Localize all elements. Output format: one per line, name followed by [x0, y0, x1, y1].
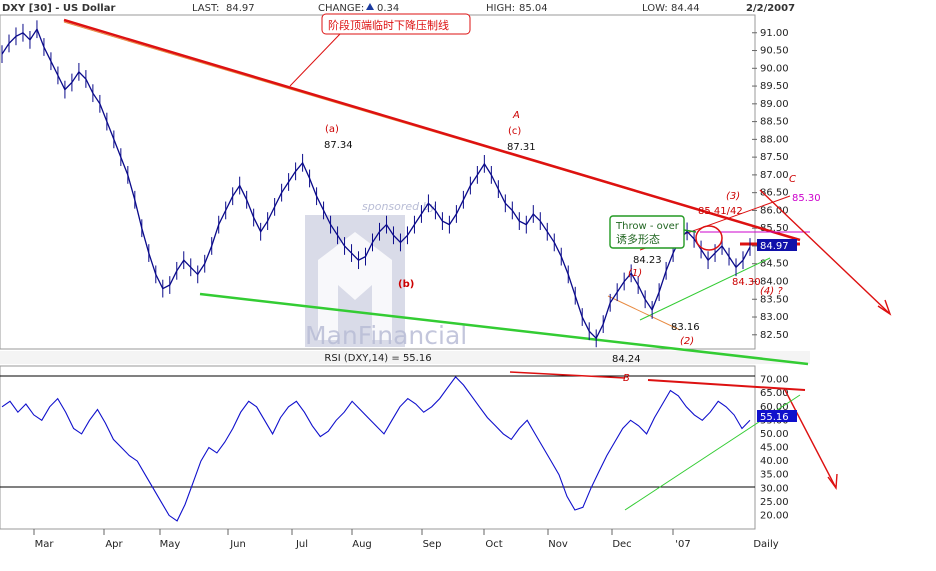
x-tick-label: Nov: [548, 539, 568, 550]
wave-4: (4) ?: [760, 286, 783, 297]
x-tick-label: Aug: [352, 539, 372, 550]
x-tick-label: Mar: [35, 539, 55, 550]
price-y-tick-label: 87.00: [760, 170, 789, 181]
price-y-tick-label: 91.00: [760, 28, 789, 39]
low-value: 84.44: [671, 3, 700, 14]
throw-over-line2: 诱多形态: [616, 232, 660, 246]
throw-over-line1: Throw - over: [615, 221, 680, 232]
rsi-y-tick-label: 35.00: [760, 470, 789, 481]
wave-2: (2): [680, 336, 694, 347]
low-label: LOW:: [642, 3, 668, 14]
price-y-tick-label: 88.50: [760, 117, 789, 128]
x-tick-label: Apr: [105, 539, 123, 550]
chart-date: 2/2/2007: [746, 3, 795, 14]
rsi-red-line-1: [509, 371, 626, 379]
change-label: CHANGE:: [318, 3, 364, 14]
wave-B: B: [623, 373, 630, 384]
price-y-tick-label: 90.50: [760, 46, 789, 57]
last-value: 84.97: [226, 3, 255, 14]
price-y-tick-label: 87.50: [760, 152, 789, 163]
orange-trend-line-2: [607, 295, 681, 331]
change-value: 0.34: [377, 3, 399, 14]
wave-a-value: 87.34: [324, 140, 353, 151]
wave-2-value: 83.16: [671, 322, 700, 333]
wave-4-value: 84.30: [732, 277, 761, 288]
low-price-value: 84.24: [612, 354, 641, 365]
rsi-title: RSI (DXY,14) = 55.16: [324, 353, 431, 364]
rsi-y-tick-label: 50.00: [760, 429, 789, 440]
throw-over-circle: [695, 225, 723, 251]
price-y-tick-label: 86.00: [760, 205, 789, 216]
wave-C: C: [789, 174, 796, 185]
rsi-y-tick-label: 25.00: [760, 497, 789, 508]
wave-a-small: (a): [325, 124, 339, 135]
last-label: LAST:: [192, 3, 219, 14]
rsi-panel-frame: [0, 365, 756, 530]
dxy-chart: DXY [30] - US Dollar LAST: 84.97 CHANGE:…: [0, 0, 892, 550]
watermark-brand: ManFinancial: [305, 321, 467, 350]
x-tick-label: Daily: [753, 539, 778, 550]
wave-1-value: 84.23: [633, 255, 662, 266]
price-y-tick-label: 89.00: [760, 99, 789, 110]
watermark-sponsored: sponsored by: [362, 200, 437, 213]
high-label: HIGH:: [486, 3, 515, 14]
high-value: 85.04: [519, 3, 548, 14]
x-tick-label: Sep: [423, 539, 442, 550]
price-y-tick-label: 82.50: [760, 330, 789, 341]
cn-callout-text: 阶段顶端临时下降压制线: [328, 18, 449, 32]
x-tick-label: Oct: [485, 539, 502, 550]
wave-c-small: (c): [508, 126, 521, 137]
rsi-y-tick-label: 30.00: [760, 483, 789, 494]
price-y-tick-label: 83.00: [760, 312, 789, 323]
projection-arrow-bottom: [784, 389, 837, 489]
rsi-series: [1, 376, 751, 522]
last-price-box-text: 84.97: [760, 241, 789, 252]
price-y-tick-label: 88.00: [760, 134, 789, 145]
wave-1: (1): [628, 268, 642, 279]
rsi-y-tick-label: 65.00: [760, 388, 789, 399]
x-tick-label: Jun: [229, 539, 246, 550]
chart-symbol-title: DXY [30] - US Dollar: [2, 3, 115, 14]
rsi-series-line: [1, 376, 751, 522]
cn-callout-pointer: [289, 33, 341, 87]
target-value: 85.30: [792, 193, 821, 204]
price-y-tick-label: 89.50: [760, 81, 789, 92]
wave-A: A: [512, 110, 520, 121]
rsi-y-tick-label: 40.00: [760, 456, 789, 467]
wave-3-value: 85.41/42: [698, 206, 743, 217]
x-tick-label: Dec: [612, 539, 631, 550]
rsi-y-tick-label: 70.00: [760, 375, 789, 386]
rsi-y-tick-label: 45.00: [760, 443, 789, 454]
price-y-tick-label: 90.00: [760, 63, 789, 74]
x-tick-label: '07: [675, 539, 690, 550]
wave-3: (3): [726, 191, 740, 202]
x-tick-label: May: [160, 539, 181, 550]
x-tick-label: Jul: [295, 539, 308, 550]
wave-b-small: (b): [398, 279, 414, 290]
rsi-value-box-text: 55.16: [760, 412, 789, 423]
wave-c-value: 87.31: [507, 142, 536, 153]
rsi-y-tick-label: 20.00: [760, 510, 789, 521]
